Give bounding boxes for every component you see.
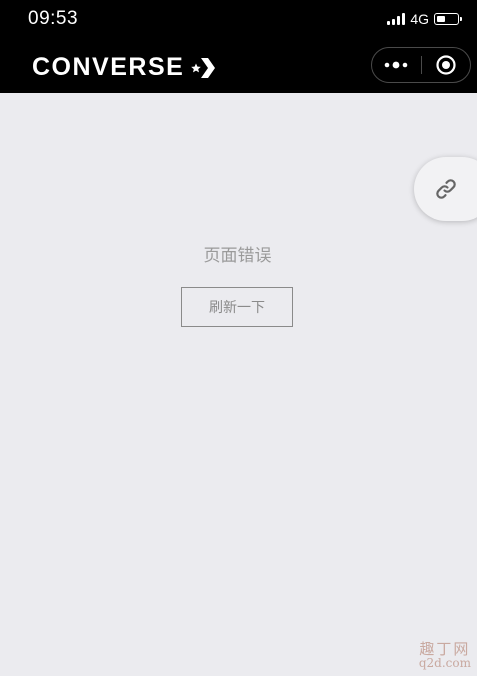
mini-program-capsule [371,47,471,83]
more-button[interactable] [372,48,421,82]
brand-logo: CONVERSE [32,53,216,82]
signal-strength-icon [387,13,406,25]
watermark-top: 趣丁网 [419,639,471,658]
battery-icon [434,13,462,25]
converse-star-chevron-icon [191,57,216,78]
more-dots-icon [384,61,408,69]
floating-link-button[interactable] [414,157,477,221]
brand-name: CONVERSE [32,53,185,81]
error-message: 页面错误 [203,246,272,266]
watermark-bottom: q2d.com [418,656,471,671]
network-type-label: 4G [410,11,429,27]
target-circle-icon [436,55,456,75]
screen: 09:53 4G CONVERSE 页面错误 刷新一下 趣丁网 q2d.com [0,0,477,676]
link-icon [436,179,456,199]
status-time: 09:53 [28,8,79,29]
status-bar: 09:53 4G [0,0,477,40]
watermark: 趣丁网 q2d.com [418,639,471,671]
close-button[interactable] [422,48,471,82]
nav-bar: CONVERSE [0,40,477,93]
status-indicators: 4G [387,11,462,27]
refresh-button[interactable]: 刷新一下 [181,287,293,327]
